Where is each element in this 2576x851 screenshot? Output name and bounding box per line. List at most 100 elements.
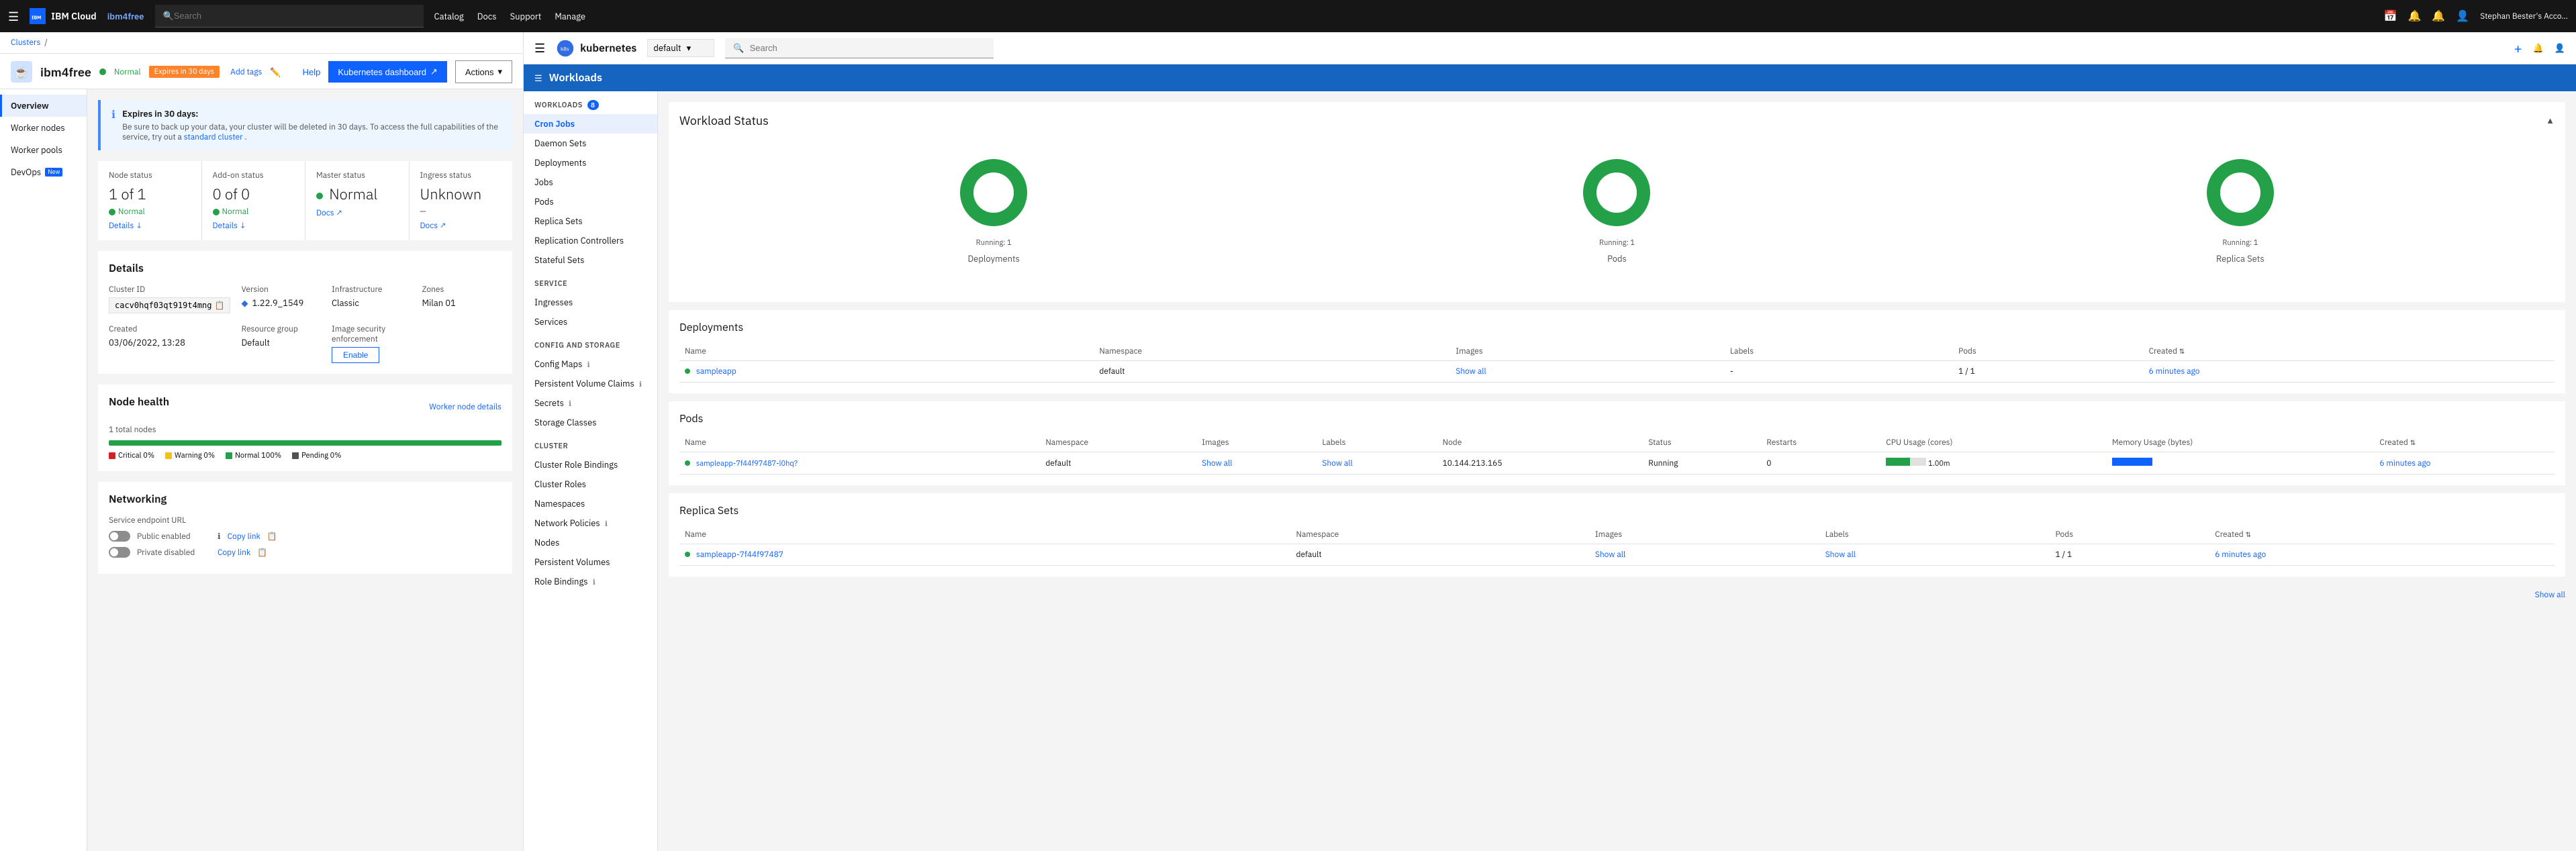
public-endpoint-toggle[interactable] [109, 531, 130, 542]
sidebar-item-worker-pools[interactable]: Worker pools [0, 139, 87, 161]
copy-public-link[interactable]: Copy link [228, 532, 260, 542]
rs-created[interactable]: 6 minutes ago [2215, 550, 2266, 560]
sidebar-item-jobs[interactable]: Jobs [524, 172, 657, 192]
pod-images-show-all[interactable]: Show all [1202, 458, 1232, 468]
hamburger-icon[interactable]: ☰ [8, 9, 19, 24]
sidebar-item-daemon-sets[interactable]: Daemon Sets [524, 134, 657, 153]
show-all-link[interactable]: Show all [2535, 590, 2565, 600]
sidebar-item-secrets[interactable]: Secrets ℹ [524, 393, 657, 413]
sidebar-item-stateful-sets[interactable]: Stateful Sets [524, 250, 657, 270]
sort-icon[interactable]: ⇅ [2246, 530, 2251, 539]
deployment-name-link[interactable]: sampleapp [696, 366, 736, 377]
add-tags-link[interactable]: Add tags [230, 67, 262, 77]
sidebar-item-replica-sets[interactable]: Replica Sets [524, 211, 657, 231]
breadcrumb-clusters[interactable]: Clusters [11, 38, 40, 48]
sidebar-item-storage-classes[interactable]: Storage Classes [524, 413, 657, 432]
pod-created[interactable]: 6 minutes ago [2379, 458, 2430, 468]
alarm-icon[interactable]: 🔔 [2408, 9, 2422, 23]
user-icon[interactable]: 👤 [2456, 9, 2469, 23]
namespace-dropdown[interactable]: default ▾ [647, 39, 714, 57]
sidebar-item-role-bindings[interactable]: Role Bindings ℹ [524, 572, 657, 591]
rs-images-show-all[interactable]: Show all [1595, 550, 1625, 560]
master-docs-link[interactable]: Docs ↗ [316, 208, 398, 218]
standard-cluster-link[interactable]: standard cluster [184, 132, 243, 142]
k8s-search-input[interactable] [750, 43, 986, 53]
help-button[interactable]: Help [303, 67, 321, 77]
sidebar-item-cluster-role-bindings[interactable]: Cluster Role Bindings [524, 455, 657, 474]
kubernetes-dashboard-button[interactable]: Kubernetes dashboard ↗ [328, 61, 446, 83]
sidebar-item-worker-nodes[interactable]: Worker nodes [0, 117, 87, 139]
calendar-icon[interactable]: 📅 [2384, 9, 2397, 23]
sidebar-item-deployments[interactable]: Deployments [524, 153, 657, 172]
copy-cluster-id-icon[interactable]: 📋 [215, 301, 225, 310]
workloads-title: Workloads [549, 71, 602, 85]
sidebar-item-pvc[interactable]: Persistent Volume Claims ℹ [524, 374, 657, 393]
legend-pending: Pending 0% [292, 451, 341, 460]
sort-icon[interactable]: ⇅ [2179, 347, 2185, 356]
sidebar-item-pods[interactable]: Pods [524, 192, 657, 211]
pod-name-link[interactable]: sampleapp-7f44f97487-l0hq? [696, 459, 798, 468]
sort-icon[interactable]: ⇅ [2410, 438, 2416, 447]
copy-private-link[interactable]: Copy link [218, 548, 250, 558]
add-icon[interactable]: + [2514, 39, 2522, 57]
top-search[interactable]: 🔍 [155, 5, 424, 28]
network-policies-info-icon: ℹ [605, 519, 608, 529]
private-endpoint-toggle[interactable] [109, 547, 130, 558]
cluster-id-box: cacv0hqf03qt919t4mng 📋 [109, 297, 230, 313]
deployments-col-labels: Labels [1725, 342, 1953, 361]
docs-link[interactable]: Docs [477, 11, 497, 22]
pvc-info-icon: ℹ [639, 380, 642, 389]
support-link[interactable]: Support [510, 11, 542, 22]
enable-image-security-button[interactable]: Enable [332, 347, 379, 363]
k8s-bell-icon[interactable]: 🔔 [2533, 42, 2544, 54]
sidebar-item-overview[interactable]: Overview [0, 95, 87, 117]
rs-name-link[interactable]: sampleapp-7f44f97487 [696, 550, 783, 560]
node-details-link[interactable]: Details ↓ [109, 221, 191, 231]
sidebar-item-devops[interactable]: DevOps New [0, 161, 87, 183]
k8s-user-icon[interactable]: 👤 [2555, 42, 2565, 54]
pods-col-images: Images [1196, 434, 1317, 452]
sidebar-item-replication-controllers[interactable]: Replication Controllers [524, 231, 657, 250]
table-row: sampleapp-7f44f97487-l0hq? default Show … [679, 452, 2555, 474]
worker-node-details-link[interactable]: Worker node details [429, 402, 502, 412]
collapse-icon[interactable]: ▲ [2546, 115, 2555, 126]
node-status-dot [109, 209, 115, 215]
rs-labels-show-all[interactable]: Show all [1825, 550, 1856, 560]
hamburger-k8s-icon[interactable]: ☰ [534, 72, 542, 84]
status-dot [99, 68, 106, 75]
pods-col-memory: Memory Usage (bytes) [2107, 434, 2375, 452]
notification-icon[interactable]: 🔔 [2432, 9, 2445, 23]
deployment-created[interactable]: 6 minutes ago [2149, 366, 2200, 377]
sidebar-item-namespaces[interactable]: Namespaces [524, 494, 657, 513]
sidebar-item-ingresses[interactable]: Ingresses [524, 293, 657, 312]
images-show-all[interactable]: Show all [1456, 366, 1486, 377]
pods-col-cpu: CPU Usage (cores) [1880, 434, 2107, 452]
sidebar-item-network-policies[interactable]: Network Policies ℹ [524, 513, 657, 533]
manage-link[interactable]: Manage [555, 11, 585, 22]
pods-col-node: Node [1437, 434, 1643, 452]
sidebar-item-config-maps[interactable]: Config Maps ℹ [524, 354, 657, 374]
catalog-link[interactable]: Catalog [434, 11, 464, 22]
search-input[interactable] [174, 11, 416, 21]
ingress-docs-link[interactable]: Docs ↗ [420, 221, 502, 231]
sidebar-item-services[interactable]: Services [524, 312, 657, 332]
k8s-search[interactable]: 🔍 [725, 38, 994, 58]
replica-sets-table: Name Namespace Images Labels Pods Create… [679, 525, 2555, 566]
sidebar-cluster-section: Cluster Cluster Role Bindings Cluster Ro… [524, 438, 657, 591]
sidebar-item-cluster-roles[interactable]: Cluster Roles [524, 474, 657, 494]
deployments-section: Deployments Name Namespace Images Labels… [669, 310, 2565, 393]
sidebar-item-workloads[interactable]: Cron Jobs [524, 114, 657, 134]
k8s-menu-icon[interactable]: ☰ [534, 40, 545, 56]
workload-status-section: Workload Status ▲ Running: 1 Deployments [669, 102, 2565, 302]
deployments-col-created: Created ⇅ [2144, 342, 2555, 361]
sidebar-item-persistent-volumes[interactable]: Persistent Volumes [524, 552, 657, 572]
sidebar-workloads-section: Workloads 8 Cron Jobs Daemon Sets Deploy… [524, 97, 657, 270]
addon-details-link[interactable]: Details ↓ [213, 221, 295, 231]
k8s-sidebar: Workloads 8 Cron Jobs Daemon Sets Deploy… [524, 91, 658, 851]
pod-labels-show-all[interactable]: Show all [1322, 458, 1352, 468]
pods-col-namespace: Namespace [1040, 434, 1196, 452]
actions-button[interactable]: Actions ▾ [455, 60, 512, 83]
edit-tags-icon[interactable]: ✏️ [270, 66, 281, 78]
sidebar-item-nodes[interactable]: Nodes [524, 533, 657, 552]
alert-title: Expires in 30 days: [122, 108, 502, 119]
